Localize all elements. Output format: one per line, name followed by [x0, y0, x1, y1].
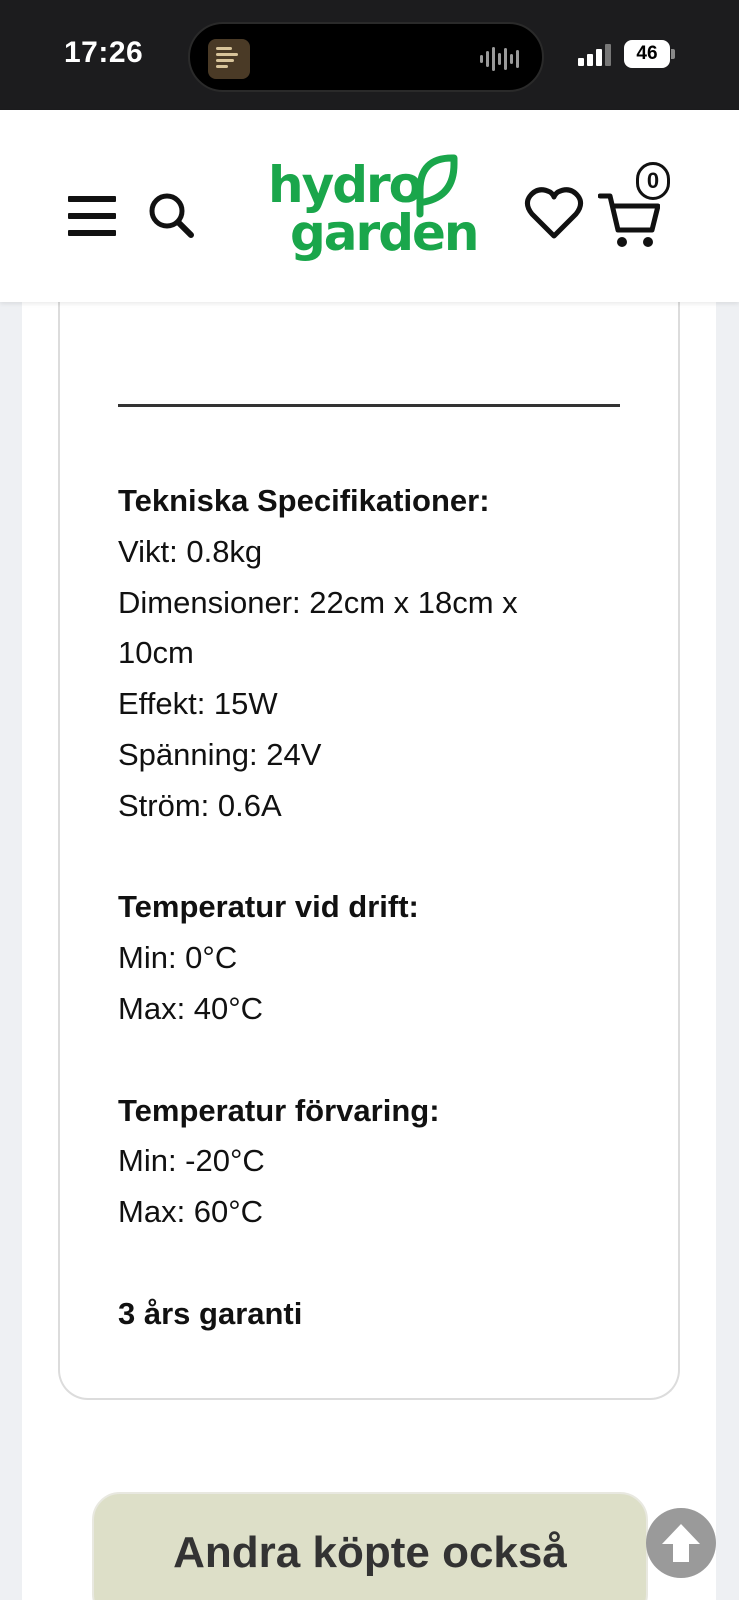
spec-line: Spänning: 24V: [118, 736, 322, 772]
dynamic-island: [188, 22, 544, 92]
cart-count-badge: 0: [636, 162, 670, 200]
spec-line: 3 års garanti: [118, 1295, 303, 1331]
battery-nub: [671, 49, 675, 59]
spec-line: 10cm: [118, 635, 194, 671]
spec-line: Dimensioner: 22cm x 18cm x: [118, 584, 518, 620]
status-bar: 17:26 46: [0, 0, 739, 110]
spec-line: Vikt: 0.8kg: [118, 533, 263, 569]
spec-line: [118, 1238, 638, 1289]
spec-line: Temperatur vid drift:: [118, 889, 419, 925]
arrow-up-icon: [662, 1524, 700, 1562]
related-products-title: Andra köpte också: [173, 1528, 567, 1577]
search-icon[interactable]: [146, 190, 196, 240]
logo-text-hydro: hydro: [268, 156, 423, 214]
spec-line: Min: 0°C: [118, 940, 238, 976]
spec-line: [118, 1035, 638, 1086]
spec-line: Max: 60°C: [118, 1194, 264, 1230]
spec-line: Max: 40°C: [118, 990, 264, 1026]
spec-line: [118, 832, 638, 883]
hydrogarden-logo[interactable]: hydro garden: [268, 154, 479, 278]
battery-icon: 46: [624, 40, 670, 68]
hamburger-menu-icon[interactable]: [68, 196, 116, 236]
spec-line: Ström: 0.6A: [118, 787, 282, 823]
heart-icon[interactable]: [524, 186, 584, 242]
spec-line: Tekniska Specifikationer:: [118, 483, 490, 518]
now-playing-artwork: [208, 39, 250, 79]
status-time: 17:26: [64, 36, 144, 69]
scroll-to-top-button[interactable]: [646, 1508, 716, 1578]
spec-line: Min: -20°C: [118, 1143, 265, 1179]
site-header: hydro garden 0: [0, 110, 739, 302]
spec-line: Effekt: 15W: [118, 686, 278, 722]
technical-specifications: Tekniska Specifikationer: Vikt: 0.8kg Di…: [118, 476, 638, 1340]
cellular-signal-icon: [578, 42, 614, 66]
spec-line: Temperatur förvaring:: [118, 1092, 440, 1128]
logo-text-garden: garden: [290, 204, 479, 262]
section-divider: [118, 404, 620, 407]
related-products-section: Andra köpte också: [92, 1492, 648, 1600]
audio-waveform-icon: [480, 46, 520, 72]
battery-level: 46: [636, 43, 658, 64]
